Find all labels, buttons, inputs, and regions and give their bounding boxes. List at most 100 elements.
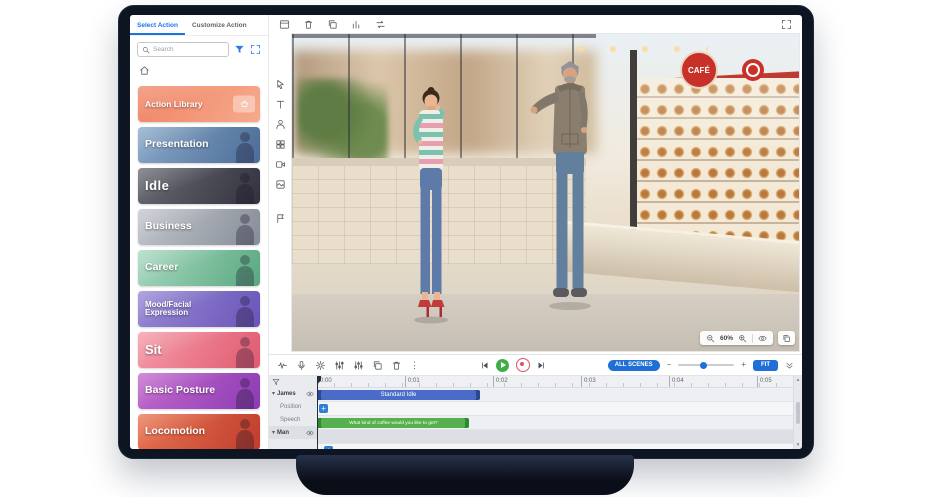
timeline-zoom-slider[interactable] bbox=[678, 364, 734, 366]
clip-speech[interactable]: What kind of coffee would you like to ge… bbox=[317, 418, 469, 428]
person-thumbnail bbox=[229, 293, 255, 327]
zoom-slider-plus[interactable]: + bbox=[741, 361, 746, 369]
add-action-button[interactable]: + bbox=[324, 446, 333, 449]
category-basic-posture[interactable]: Basic Posture bbox=[138, 373, 260, 409]
scrollbar-thumb[interactable] bbox=[796, 402, 800, 424]
chart-icon[interactable] bbox=[351, 19, 362, 30]
search-row bbox=[130, 36, 268, 61]
subtrack-name: Position bbox=[272, 404, 301, 410]
track-visibility-icon[interactable] bbox=[306, 390, 314, 398]
category-label: Career bbox=[145, 262, 178, 273]
category-presentation[interactable]: Presentation bbox=[138, 127, 260, 163]
playhead[interactable] bbox=[317, 376, 318, 449]
category-sit[interactable]: Sit bbox=[138, 332, 260, 368]
cafe-logo-badge bbox=[742, 59, 764, 81]
filter-icon[interactable] bbox=[234, 44, 245, 55]
duplicate-icon[interactable] bbox=[372, 360, 383, 371]
track-header-james[interactable]: ▾ James bbox=[269, 387, 317, 400]
lane-james[interactable]: Standard Idle bbox=[317, 388, 794, 402]
tab-select-action[interactable]: Select Action bbox=[130, 15, 185, 35]
lane-position[interactable]: + bbox=[317, 402, 794, 416]
zoom-out-icon[interactable] bbox=[706, 334, 715, 343]
zoom-slider-minus[interactable]: − bbox=[667, 361, 672, 369]
record-button[interactable] bbox=[516, 358, 530, 372]
track-header-man[interactable]: ▾ Man bbox=[269, 426, 317, 439]
lane-man-group[interactable] bbox=[317, 430, 794, 444]
layers-icon[interactable] bbox=[279, 19, 290, 30]
timeline-scrollbar[interactable]: ▲ ▼ bbox=[793, 376, 802, 449]
character-man[interactable] bbox=[524, 60, 616, 312]
track-visibility-icon[interactable] bbox=[306, 429, 314, 437]
sliders-icon[interactable] bbox=[334, 360, 345, 371]
collapse-timeline-icon[interactable] bbox=[785, 361, 794, 370]
ruler-label: 0:03 bbox=[581, 376, 669, 387]
time-ruler[interactable]: 0:00 0:01 0:02 0:03 0:04 0:05 bbox=[317, 376, 794, 388]
subtrack-speech[interactable]: Speech bbox=[269, 413, 317, 426]
marker-flag-icon[interactable] bbox=[275, 213, 286, 224]
action-sidebar: Select Action Customize Action A bbox=[130, 15, 269, 449]
mixer-icon[interactable] bbox=[353, 360, 364, 371]
scroll-down-arrow[interactable]: ▼ bbox=[796, 443, 801, 448]
expand-viewport-icon[interactable] bbox=[781, 19, 792, 30]
preview-eye-icon[interactable] bbox=[758, 334, 767, 343]
delete-icon[interactable] bbox=[391, 360, 402, 371]
track-label-column: ▾ James Position Speech ▾ Man bbox=[269, 376, 318, 449]
effects-sun-icon[interactable] bbox=[315, 360, 326, 371]
scroll-up-arrow[interactable]: ▲ bbox=[796, 378, 801, 383]
category-mood-facial-expression[interactable]: Mood/Facial Expression bbox=[138, 291, 260, 327]
all-scenes-button[interactable]: ALL SCENES bbox=[608, 360, 660, 371]
search-box[interactable] bbox=[137, 42, 229, 57]
play-button[interactable] bbox=[496, 359, 509, 372]
character-tool-icon[interactable] bbox=[275, 119, 286, 130]
fullscreen-icon[interactable] bbox=[250, 44, 261, 55]
track-lanes: 0:00 0:01 0:02 0:03 0:04 0:05 Standard I… bbox=[317, 376, 794, 449]
add-keyframe-button[interactable]: + bbox=[319, 404, 328, 413]
trash-icon[interactable] bbox=[303, 19, 314, 30]
viewport-toolbar bbox=[269, 15, 802, 33]
track-name: James bbox=[277, 391, 296, 397]
scene-canvas[interactable]: CAFÉ bbox=[291, 33, 800, 352]
search-input[interactable] bbox=[153, 46, 224, 53]
fit-button[interactable]: FIT bbox=[753, 360, 778, 371]
tab-customize-action[interactable]: Customize Action bbox=[185, 15, 254, 35]
collapse-track-icon[interactable]: ▾ bbox=[272, 390, 275, 397]
duplicate-view-button[interactable] bbox=[778, 331, 795, 345]
category-locomotion[interactable]: Locomotion bbox=[138, 414, 260, 449]
category-action-library[interactable]: Action Library bbox=[138, 86, 260, 122]
character-james[interactable] bbox=[392, 86, 470, 326]
category-business[interactable]: Business bbox=[138, 209, 260, 245]
zoom-slider-knob[interactable] bbox=[700, 362, 707, 369]
more-options-icon[interactable]: ⋮ bbox=[410, 361, 419, 370]
clip-standard-idle[interactable]: Standard Idle bbox=[317, 390, 480, 400]
ruler-label: 0:01 bbox=[405, 376, 493, 387]
category-idle[interactable]: Idle bbox=[138, 168, 260, 204]
swap-icon[interactable] bbox=[375, 19, 386, 30]
home-icon[interactable] bbox=[139, 65, 150, 76]
lane-speech[interactable]: What kind of coffee would you like to ge… bbox=[317, 416, 794, 430]
mic-icon[interactable] bbox=[296, 360, 307, 371]
props-tool-icon[interactable] bbox=[275, 139, 286, 150]
lane-man-action[interactable]: + bbox=[317, 444, 794, 449]
subtrack-position[interactable]: Position bbox=[269, 400, 317, 413]
track-filter-row bbox=[269, 376, 317, 387]
action-category-list: Action Library Presentation Idle bbox=[130, 82, 268, 449]
collapse-track-icon[interactable]: ▾ bbox=[272, 429, 275, 436]
category-career[interactable]: Career bbox=[138, 250, 260, 286]
person-thumbnail bbox=[229, 416, 255, 449]
audio-waveform-icon[interactable] bbox=[277, 360, 288, 371]
zoom-in-icon[interactable] bbox=[738, 334, 747, 343]
timeline: ▾ James Position Speech ▾ Man bbox=[269, 376, 802, 449]
divider bbox=[752, 334, 753, 343]
text-tool-icon[interactable] bbox=[275, 99, 286, 110]
category-label: Presentation bbox=[145, 139, 209, 150]
copy-icon[interactable] bbox=[327, 19, 338, 30]
background-tool-icon[interactable] bbox=[275, 179, 286, 190]
scene-tool-strip bbox=[269, 33, 291, 354]
track-filter-icon[interactable] bbox=[272, 378, 280, 386]
skip-start-icon[interactable] bbox=[480, 361, 489, 370]
video-tool-icon[interactable] bbox=[275, 159, 286, 170]
skip-end-icon[interactable] bbox=[537, 361, 546, 370]
select-pointer-icon[interactable] bbox=[275, 79, 286, 90]
zoom-controls: 60% bbox=[700, 331, 773, 345]
category-label: Idle bbox=[145, 179, 169, 193]
